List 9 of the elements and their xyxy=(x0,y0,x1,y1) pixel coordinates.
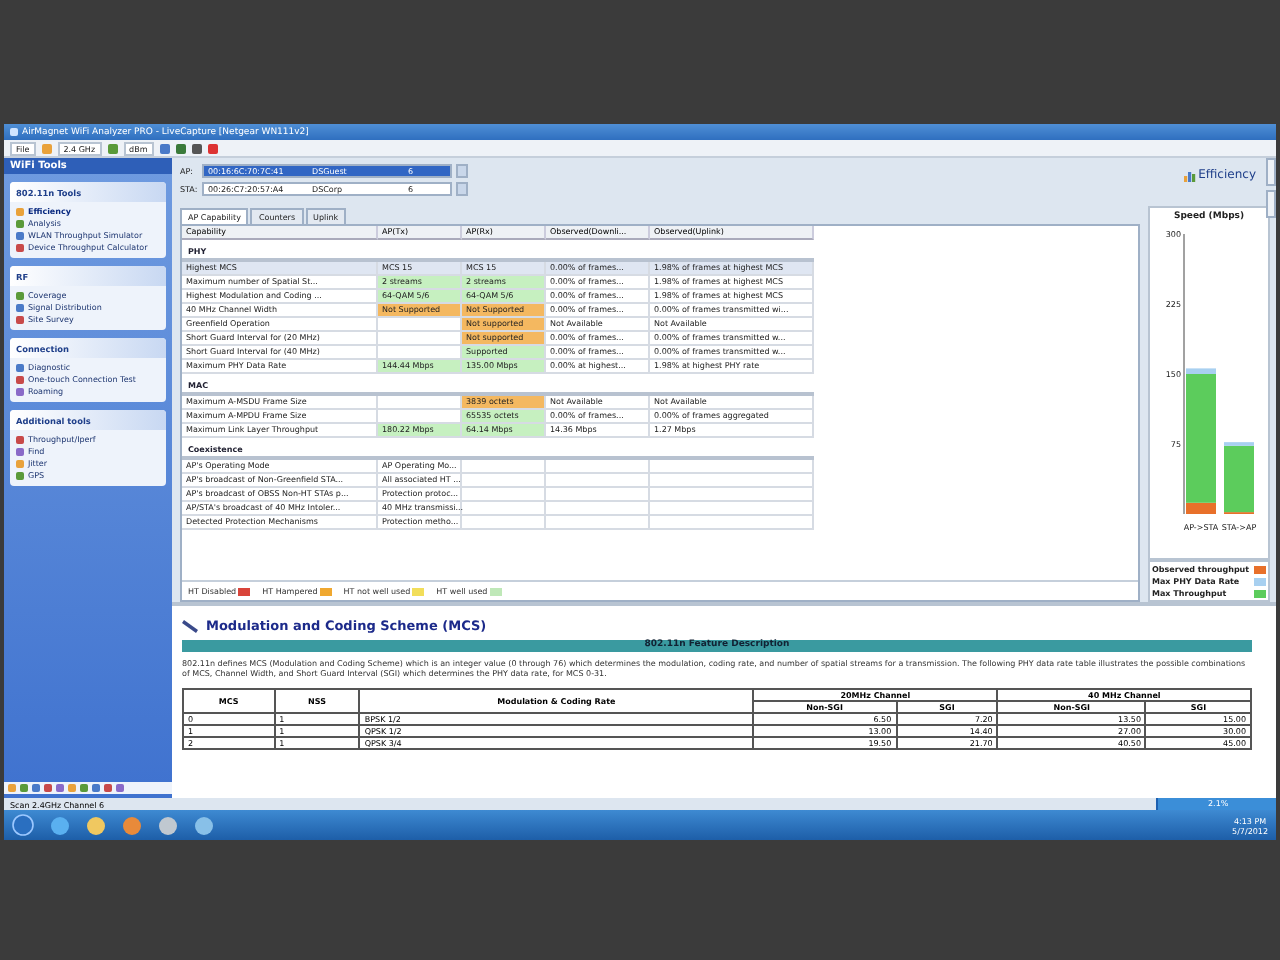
app-icon xyxy=(10,128,18,136)
toolbar-icon[interactable] xyxy=(159,143,170,153)
toolbar-icon[interactable] xyxy=(41,143,52,153)
toolbar-icon[interactable] xyxy=(107,143,118,153)
bar-chart-icon xyxy=(1184,169,1197,181)
side-tab[interactable] xyxy=(1266,190,1276,218)
pen-icon xyxy=(182,618,200,634)
side-tab[interactable] xyxy=(1266,158,1276,186)
start-button[interactable] xyxy=(12,814,34,836)
